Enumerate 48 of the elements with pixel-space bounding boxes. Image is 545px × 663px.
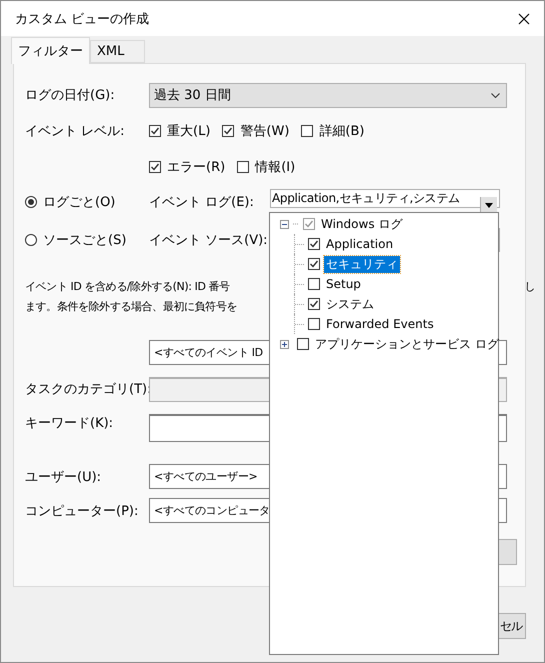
checkbox[interactable]	[308, 278, 320, 290]
tree-line	[293, 223, 299, 225]
field-label: キーワード(K):	[25, 415, 114, 432]
tree-item[interactable]: Windows ログ	[319, 216, 404, 232]
checkbox[interactable]	[308, 238, 320, 250]
radio-button[interactable]	[25, 234, 37, 246]
tree-item[interactable]: アプリケーションとサービス ログ	[313, 336, 501, 352]
field-label: イベント レベル:	[25, 123, 126, 140]
checkbox[interactable]	[303, 218, 315, 230]
checkbox[interactable]	[301, 125, 314, 137]
tree-item[interactable]: システム	[324, 296, 376, 312]
window-title: カスタム ビューの作成	[15, 10, 150, 28]
field-label: コンピューター(P):	[25, 502, 140, 520]
checkbox[interactable]	[308, 298, 320, 310]
radio-button[interactable]	[25, 196, 37, 208]
radio-label[interactable]: ソースごと(S)	[43, 231, 126, 249]
radio-label[interactable]: ログごと(O)	[43, 193, 116, 211]
checkbox[interactable]	[222, 125, 234, 137]
tree-item[interactable]: Application	[324, 237, 396, 251]
checkbox[interactable]	[237, 161, 250, 173]
field-label: イベント ソース(V):	[149, 232, 269, 249]
field-label: ログの日付(G):	[25, 87, 116, 104]
checkbox-label[interactable]: 警告(W)	[240, 122, 290, 140]
checkbox[interactable]	[308, 258, 320, 270]
checkbox-label[interactable]: 詳細(B)	[319, 122, 364, 140]
date-dropdown[interactable]: 過去 30 日間	[149, 82, 507, 108]
tree-item[interactable]: Forwarded Events	[324, 317, 436, 331]
collapse-icon[interactable]	[280, 220, 289, 228]
tab[interactable]: フィルター	[11, 37, 90, 64]
expand-icon[interactable]	[280, 340, 289, 348]
description-text: ます。条件を除外する場合、最初に負符号を	[25, 299, 238, 314]
tab[interactable]: XML	[90, 40, 145, 63]
description-text: し	[524, 279, 535, 294]
event-log-dropdown[interactable]: Application,セキュリティ,システム	[270, 189, 500, 208]
tree-item[interactable]: セキュリティ	[324, 256, 400, 272]
field-label: イベント ログ(E):	[149, 194, 255, 211]
checkbox[interactable]	[308, 318, 320, 330]
description-text: イベント ID を含める/除外する(N): ID 番号	[25, 279, 230, 294]
field-label: ユーザー(U):	[25, 468, 102, 486]
checkbox[interactable]	[297, 338, 309, 350]
checkbox-label[interactable]: 情報(I)	[255, 158, 296, 176]
chevron-icon	[491, 92, 500, 98]
checkbox-label[interactable]: エラー(R)	[167, 158, 226, 176]
checkbox[interactable]	[149, 161, 161, 173]
close-icon[interactable]	[518, 12, 530, 24]
checkbox[interactable]	[149, 125, 161, 137]
checkbox-label[interactable]: 重大(L)	[167, 122, 210, 140]
tree-item[interactable]: Setup	[324, 277, 363, 291]
